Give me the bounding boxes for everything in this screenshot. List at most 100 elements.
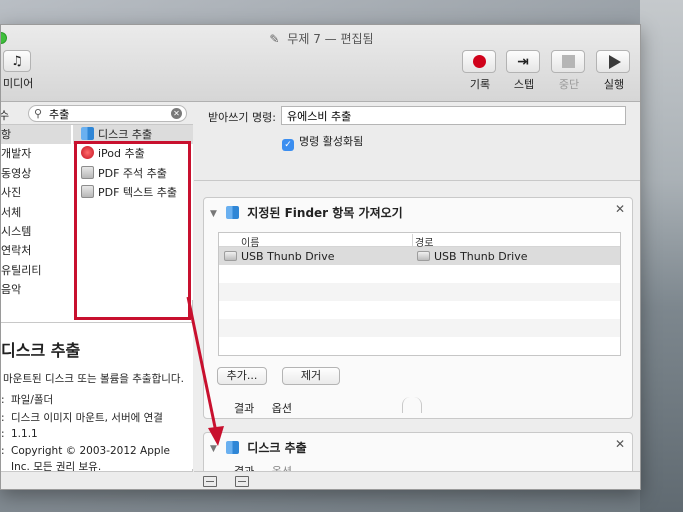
card-header: ▼ 지정된 Finder 항목 가져오기	[210, 204, 403, 221]
automator-window: ✎ 무제 7 — 편집됨 ♫ 미디어 기록 ⇥ 스텝 중단 실행 수 ⚲ 추출 …	[0, 24, 641, 490]
dictation-label: 받아쓰기 명령:	[208, 111, 276, 124]
close-icon[interactable]: ✕	[615, 437, 625, 451]
window-title-suffix: — 편집됨	[324, 32, 374, 46]
table-row	[219, 301, 620, 319]
table-header: 이름 경로	[219, 233, 620, 249]
category-item[interactable]: 유틸리티	[1, 261, 71, 280]
category-item[interactable]: 동영상	[1, 164, 71, 183]
action-card-get-finder-items: ▼ 지정된 Finder 항목 가져오기 ✕ 이름 경로 USB Thunb D…	[203, 197, 633, 419]
description-version-row: :1.1.1	[1, 428, 38, 440]
table-cell-name: USB Thunb Drive	[224, 250, 335, 263]
clear-search-icon[interactable]: ✕	[171, 108, 182, 119]
library-footer	[1, 471, 193, 489]
document-icon: ✎	[269, 32, 280, 46]
options-tab[interactable]: 옵션	[272, 402, 292, 415]
record-label: 기록	[469, 78, 491, 91]
record-icon	[472, 55, 486, 68]
action-item-label: PDF 텍스트 추출	[98, 186, 178, 200]
search-input[interactable]	[49, 107, 159, 120]
table-row	[219, 283, 620, 301]
media-label: 미디어	[3, 77, 34, 90]
close-icon[interactable]: ✕	[615, 202, 625, 216]
description-text: 마운트된 디스크 또는 볼륨을 추출합니다.	[3, 373, 184, 385]
disclosure-triangle-icon[interactable]: ▼	[210, 209, 217, 219]
table-row	[219, 337, 620, 355]
record-tool[interactable]: 기록	[462, 50, 498, 92]
description-input-row: : 파일/폴더	[1, 394, 54, 406]
step-tool[interactable]: ⇥ 스텝	[506, 50, 542, 92]
play-icon	[608, 54, 621, 69]
card-header: ▼ 디스크 추출	[210, 439, 307, 456]
table-row	[219, 265, 620, 283]
pdf-icon	[81, 165, 94, 179]
remove-button[interactable]: 제거	[282, 367, 340, 385]
action-connector	[402, 397, 422, 413]
run-button[interactable]	[596, 50, 630, 73]
media-tool[interactable]: ♫ 미디어	[3, 50, 33, 91]
finder-icon	[226, 441, 240, 454]
category-list: 항 개발자 동영상 사진 서체 시스템 연락처 유틸리티 음악	[1, 125, 71, 300]
description-copyright-row: : Copyright © 2003-2012 Apple	[1, 445, 170, 457]
step-button[interactable]: ⇥	[506, 50, 540, 73]
card-title: 디스크 추출	[247, 441, 307, 455]
run-label: 실행	[603, 78, 625, 91]
card-footer-tabs: 결과 옵션	[234, 400, 306, 416]
pdf-icon	[81, 185, 94, 199]
action-item-label: PDF 주석 추출	[98, 166, 167, 180]
drive-name: USB Thunb Drive	[241, 250, 335, 263]
table-row	[219, 319, 620, 337]
flow-view-icon[interactable]	[235, 476, 249, 487]
description-version: 1.1.1	[11, 428, 38, 440]
description-title: 디스크 추출	[1, 341, 81, 360]
action-item-pdf-annotations[interactable]: PDF 주석 추출	[73, 164, 193, 183]
window-title-text: 무제 7	[287, 32, 321, 46]
add-button[interactable]: 추가...	[217, 367, 267, 385]
desktop-background	[640, 0, 683, 512]
action-item-pdf-text[interactable]: PDF 텍스트 추출	[73, 183, 193, 202]
description-copyright: Copyright © 2003-2012 Apple	[11, 445, 170, 457]
category-item[interactable]: 개발자	[1, 144, 71, 163]
step-label: 스텝	[513, 78, 535, 91]
dictation-area: 받아쓰기 명령: ✓ 명령 활성화됨	[194, 103, 640, 181]
category-item[interactable]: 연락처	[1, 241, 71, 260]
step-arrow-icon: ⇥	[517, 53, 529, 70]
finder-icon	[226, 206, 240, 219]
run-tool[interactable]: 실행	[596, 50, 632, 92]
action-list: 디스크 추출 iPod 추출 PDF 주석 추출 PDF 텍스트 추출	[73, 125, 193, 300]
dictation-command-input[interactable]	[281, 106, 626, 125]
music-note-icon: ♫	[11, 53, 23, 69]
drive-path: USB Thunb Drive	[434, 250, 528, 263]
category-item[interactable]: 시스템	[1, 222, 71, 241]
category-item[interactable]: 음악	[1, 280, 71, 299]
action-item-eject-disk[interactable]: 디스크 추출	[73, 125, 193, 145]
category-item[interactable]: 사진	[1, 183, 71, 202]
usb-drive-icon	[417, 251, 430, 261]
command-enabled-checkbox[interactable]: ✓ 명령 활성화됨	[282, 133, 363, 151]
description-input: 파일/폴더	[11, 394, 54, 406]
disclosure-triangle-icon[interactable]: ▼	[210, 444, 217, 454]
stop-tool[interactable]: 중단	[551, 50, 587, 92]
action-item-eject-ipod[interactable]: iPod 추출	[73, 144, 193, 163]
list-view-icon[interactable]	[203, 476, 217, 487]
category-item[interactable]: 서체	[1, 203, 71, 222]
media-button[interactable]: ♫	[3, 50, 31, 72]
checkmark-icon: ✓	[282, 139, 294, 151]
finder-icon	[81, 127, 94, 140]
record-button[interactable]	[462, 50, 496, 73]
window-title: ✎ 무제 7 — 편집됨	[1, 30, 640, 47]
results-tab[interactable]: 결과	[234, 402, 254, 415]
itunes-icon	[81, 146, 94, 160]
description-requires: 디스크 이미지 마운트, 서버에 연결	[11, 412, 163, 424]
command-enabled-label: 명령 활성화됨	[299, 135, 364, 148]
category-item[interactable]: 항	[1, 125, 71, 145]
card-title: 지정된 Finder 항목 가져오기	[247, 206, 403, 220]
table-row[interactable]: USB Thunb Drive USB Thunb Drive	[219, 247, 620, 265]
stop-label: 중단	[558, 78, 580, 91]
stop-icon	[561, 55, 575, 68]
search-field[interactable]: ⚲ ✕	[28, 105, 187, 122]
stop-button[interactable]	[551, 50, 585, 73]
library-header-label: 수	[0, 109, 10, 122]
description-requires-row: : 디스크 이미지 마운트, 서버에 연결	[1, 412, 163, 424]
action-item-label: iPod 추출	[98, 147, 145, 161]
titlebar: ✎ 무제 7 — 편집됨 ♫ 미디어 기록 ⇥ 스텝 중단 실행	[1, 25, 640, 102]
